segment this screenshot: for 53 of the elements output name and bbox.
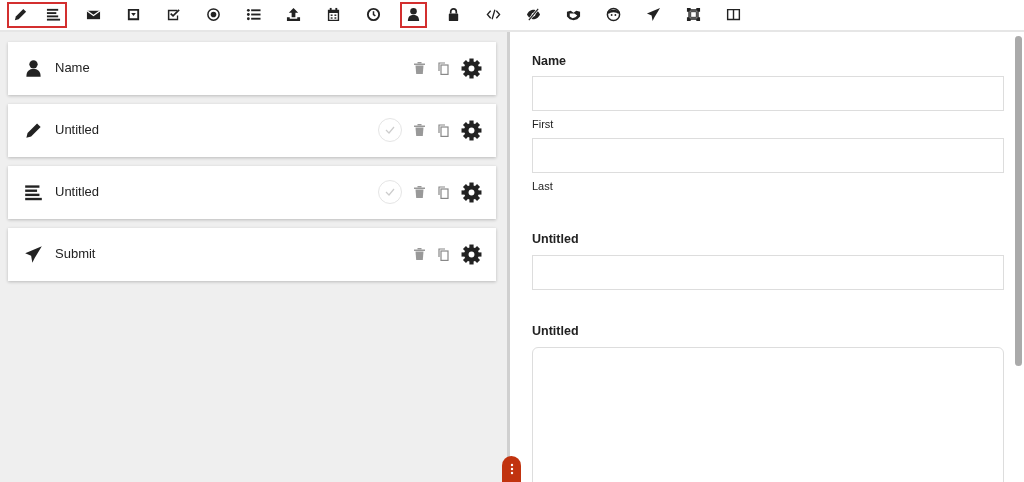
check-button[interactable]	[378, 180, 402, 205]
trash-icon[interactable]	[414, 62, 425, 75]
field-card[interactable]: Submit	[8, 227, 496, 281]
check-icon	[385, 126, 395, 135]
field-label: Submit	[55, 245, 96, 264]
copy-icon[interactable]	[437, 123, 449, 137]
upload-icon[interactable]	[286, 7, 301, 23]
field-card[interactable]: Untitled	[8, 103, 496, 157]
lines-icon	[24, 182, 43, 202]
settings-icon[interactable]	[461, 181, 482, 203]
pencil-icon[interactable]	[13, 7, 28, 23]
paper-plane-icon[interactable]	[646, 7, 661, 23]
field-card[interactable]: Name	[8, 41, 496, 95]
field-label: Untitled	[532, 231, 580, 249]
list-icon[interactable]	[246, 7, 261, 23]
settings-icon[interactable]	[461, 57, 482, 79]
checkbox-icon[interactable]	[166, 7, 181, 23]
field-label: Untitled	[55, 121, 100, 140]
copy-icon[interactable]	[437, 61, 449, 75]
frame-icon[interactable]	[686, 7, 701, 23]
sub-label: First	[532, 117, 555, 133]
trash-icon[interactable]	[414, 124, 425, 137]
field-label: Name	[532, 52, 568, 70]
lock-icon[interactable]	[446, 7, 461, 23]
clock-icon[interactable]	[366, 7, 381, 23]
input-field[interactable]	[532, 76, 1004, 112]
dropdown-icon[interactable]	[126, 7, 141, 23]
person-icon	[24, 58, 43, 78]
field-card[interactable]: Untitled	[8, 165, 496, 219]
settings-icon[interactable]	[461, 243, 482, 265]
copy-icon[interactable]	[437, 247, 449, 261]
field-label: Name	[55, 59, 90, 78]
radio-icon[interactable]	[206, 7, 221, 23]
input-field[interactable]	[532, 255, 1004, 291]
resize-handle[interactable]	[502, 456, 521, 482]
columns-icon[interactable]	[726, 7, 741, 23]
scrollbar[interactable]	[1015, 35, 1022, 366]
field-label: Untitled	[532, 323, 580, 341]
eye-slash-icon[interactable]	[526, 7, 541, 23]
check-button[interactable]	[378, 118, 402, 143]
trash-icon[interactable]	[414, 186, 425, 199]
copy-icon[interactable]	[437, 185, 449, 199]
check-icon	[385, 188, 395, 197]
person-icon[interactable]	[406, 7, 421, 23]
sub-label: Last	[532, 178, 554, 194]
trash-icon[interactable]	[414, 248, 425, 261]
lines-icon[interactable]	[46, 7, 61, 23]
field-label: Untitled	[55, 183, 100, 202]
settings-icon[interactable]	[461, 119, 482, 141]
face-icon[interactable]	[606, 7, 621, 23]
calendar-icon[interactable]	[326, 7, 341, 23]
input-field[interactable]	[532, 137, 1004, 173]
paper-plane-icon	[24, 244, 43, 264]
